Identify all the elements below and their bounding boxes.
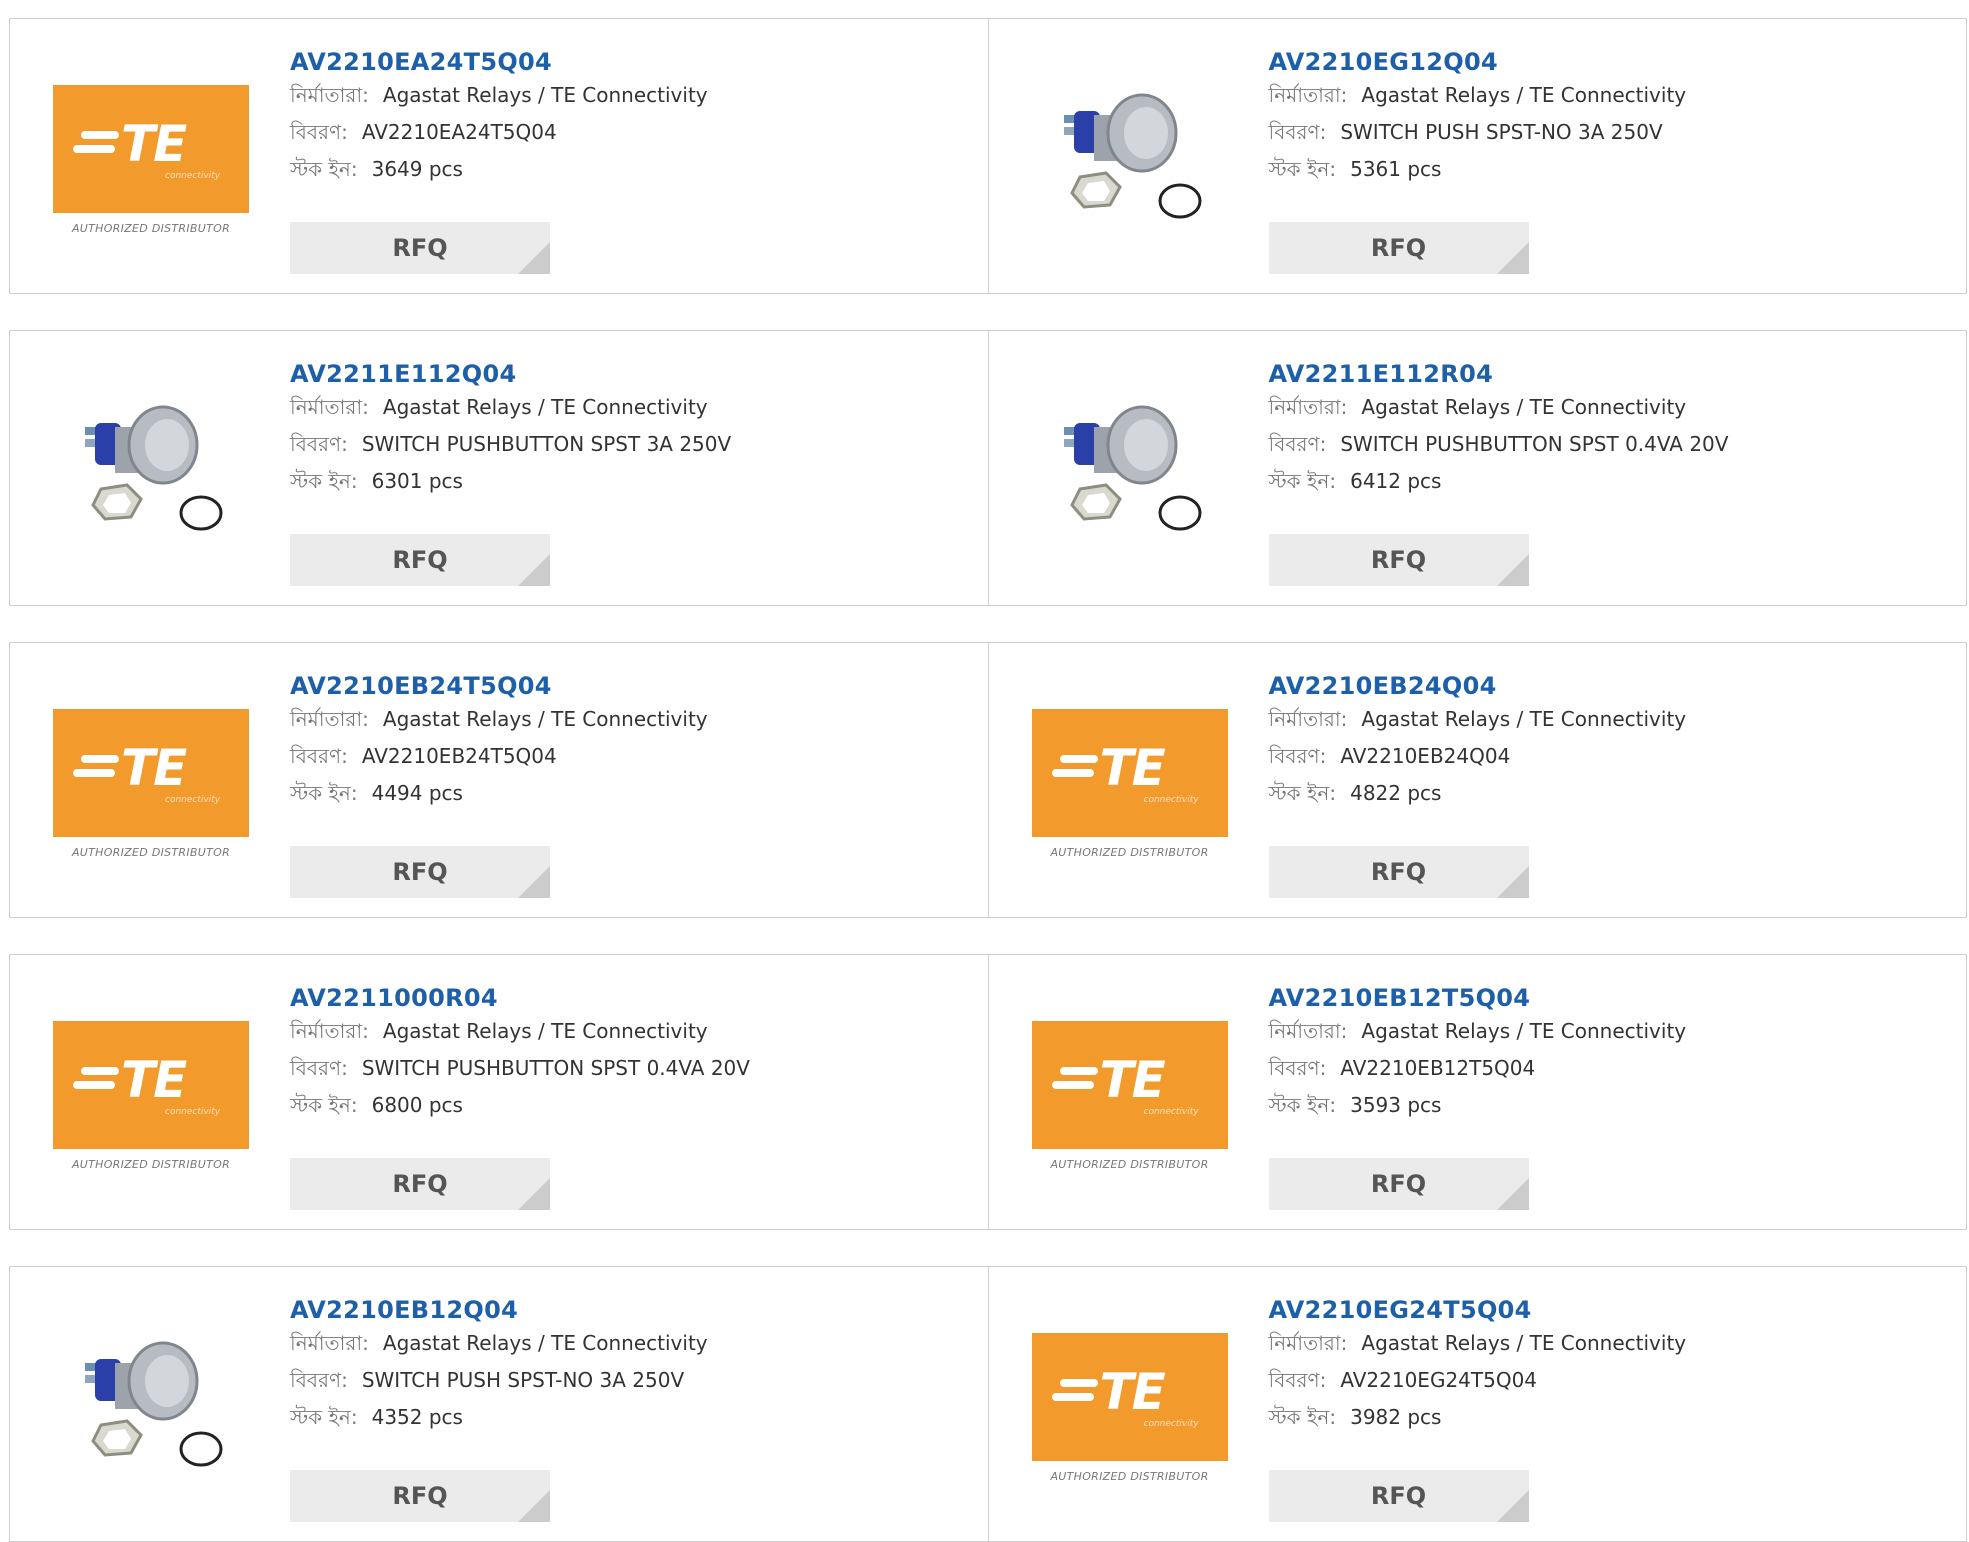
rfq-button[interactable]: RFQ	[1268, 846, 1529, 898]
product-row: AV2211E112Q04 নির্মাতারা: Agastat Relays …	[9, 330, 1967, 606]
push-switch-image[interactable]	[49, 370, 253, 574]
product-card: TE connectivity AUTHORIZED DISTRIBUTOR AV…	[988, 642, 1967, 918]
product-grid: TE connectivity AUTHORIZED DISTRIBUTOR AV…	[0, 0, 1969, 1542]
product-card: AV2211E112R04 নির্মাতারা: Agastat Relays …	[988, 330, 1967, 606]
product-row: TE connectivity AUTHORIZED DISTRIBUTOR AV…	[9, 642, 1967, 918]
te-logo-image[interactable]: TE connectivity AUTHORIZED DISTRIBUTOR	[1028, 682, 1232, 886]
stock-line: স্টক ইন: 6800 pcs	[290, 1093, 463, 1117]
te-logo-image[interactable]: TE connectivity AUTHORIZED DISTRIBUTOR	[1028, 1306, 1232, 1510]
product-card: TE connectivity AUTHORIZED DISTRIBUTOR AV…	[9, 18, 989, 294]
rfq-button[interactable]: RFQ	[290, 1158, 550, 1210]
manufacturer-line: নির্মাতারা: Agastat Relays / TE Connectiv…	[290, 1331, 708, 1355]
description-line: বিবরণ: SWITCH PUSH SPST-NO 3A 250V	[1268, 120, 1663, 144]
te-logo-image[interactable]: TE connectivity AUTHORIZED DISTRIBUTOR	[1028, 994, 1232, 1198]
manufacturer-line: নির্মাতারা: Agastat Relays / TE Connectiv…	[1268, 83, 1687, 107]
rfq-button[interactable]: RFQ	[290, 1470, 550, 1522]
te-logo-image[interactable]: TE connectivity AUTHORIZED DISTRIBUTOR	[49, 682, 253, 886]
description-line: বিবরণ: AV2210EB12T5Q04	[1268, 1056, 1536, 1080]
part-number-link[interactable]: AV2210EG12Q04	[1269, 47, 1687, 77]
product-card: AV2210EB12Q04 নির্মাতারা: Agastat Relays …	[9, 1266, 989, 1542]
stock-line: স্টক ইন: 3982 pcs	[1268, 1405, 1442, 1429]
product-card: TE connectivity AUTHORIZED DISTRIBUTOR AV…	[988, 1266, 1967, 1542]
push-switch-image[interactable]	[1028, 58, 1232, 262]
rfq-button[interactable]: RFQ	[290, 534, 550, 586]
part-number-link[interactable]: AV2210EB12Q04	[290, 1295, 708, 1325]
part-number-link[interactable]: AV2210EG24T5Q04	[1269, 1295, 1687, 1325]
te-logo-image[interactable]: TE connectivity AUTHORIZED DISTRIBUTOR	[49, 58, 253, 262]
description-line: বিবরণ: SWITCH PUSH SPST-NO 3A 250V	[290, 1368, 685, 1392]
rfq-button[interactable]: RFQ	[1268, 1470, 1529, 1522]
product-card: TE connectivity AUTHORIZED DISTRIBUTOR AV…	[9, 642, 989, 918]
stock-line: স্টক ইন: 4352 pcs	[290, 1405, 463, 1429]
stock-line: স্টক ইন: 6301 pcs	[290, 469, 463, 493]
manufacturer-line: নির্মাতারা: Agastat Relays / TE Connectiv…	[1268, 1019, 1687, 1043]
rfq-button[interactable]: RFQ	[1268, 534, 1529, 586]
manufacturer-line: নির্মাতারা: Agastat Relays / TE Connectiv…	[1268, 395, 1687, 419]
product-row: TE connectivity AUTHORIZED DISTRIBUTOR AV…	[9, 18, 1967, 294]
stock-line: স্টক ইন: 6412 pcs	[1268, 469, 1442, 493]
description-line: বিবরণ: AV2210EA24T5Q04	[290, 120, 557, 144]
manufacturer-line: নির্মাতারা: Agastat Relays / TE Connectiv…	[290, 1019, 708, 1043]
description-line: বিবরণ: SWITCH PUSHBUTTON SPST 0.4VA 20V	[1268, 432, 1729, 456]
manufacturer-line: নির্মাতারা: Agastat Relays / TE Connectiv…	[290, 83, 708, 107]
part-number-link[interactable]: AV2210EB24T5Q04	[290, 671, 708, 701]
stock-line: স্টক ইন: 4494 pcs	[290, 781, 463, 805]
part-number-link[interactable]: AV2210EB24Q04	[1269, 671, 1687, 701]
part-number-link[interactable]: AV2211000R04	[290, 983, 750, 1013]
rfq-button[interactable]: RFQ	[290, 846, 550, 898]
rfq-button[interactable]: RFQ	[290, 222, 550, 274]
product-card: TE connectivity AUTHORIZED DISTRIBUTOR AV…	[988, 954, 1967, 1230]
description-line: বিবরণ: SWITCH PUSHBUTTON SPST 3A 250V	[290, 432, 732, 456]
te-logo-image[interactable]: TE connectivity AUTHORIZED DISTRIBUTOR	[49, 994, 253, 1198]
part-number-link[interactable]: AV2210EA24T5Q04	[290, 47, 708, 77]
part-number-link[interactable]: AV2211E112R04	[1269, 359, 1729, 389]
rfq-button[interactable]: RFQ	[1268, 1158, 1529, 1210]
push-switch-image[interactable]	[49, 1306, 253, 1510]
manufacturer-line: নির্মাতারা: Agastat Relays / TE Connectiv…	[290, 707, 708, 731]
product-row: AV2210EB12Q04 নির্মাতারা: Agastat Relays …	[9, 1266, 1967, 1542]
product-card: TE connectivity AUTHORIZED DISTRIBUTOR AV…	[9, 954, 989, 1230]
product-card: AV2211E112Q04 নির্মাতারা: Agastat Relays …	[9, 330, 989, 606]
description-line: বিবরণ: AV2210EB24Q04	[1268, 744, 1511, 768]
manufacturer-line: নির্মাতারা: Agastat Relays / TE Connectiv…	[1268, 1331, 1687, 1355]
part-number-link[interactable]: AV2211E112Q04	[290, 359, 731, 389]
product-card: AV2210EG12Q04 নির্মাতারা: Agastat Relays …	[988, 18, 1967, 294]
manufacturer-line: নির্মাতারা: Agastat Relays / TE Connectiv…	[1268, 707, 1687, 731]
part-number-link[interactable]: AV2210EB12T5Q04	[1269, 983, 1687, 1013]
product-row: TE connectivity AUTHORIZED DISTRIBUTOR AV…	[9, 954, 1967, 1230]
stock-line: স্টক ইন: 4822 pcs	[1268, 781, 1442, 805]
stock-line: স্টক ইন: 5361 pcs	[1268, 157, 1442, 181]
description-line: বিবরণ: SWITCH PUSHBUTTON SPST 0.4VA 20V	[290, 1056, 750, 1080]
push-switch-image[interactable]	[1028, 370, 1232, 574]
manufacturer-line: নির্মাতারা: Agastat Relays / TE Connectiv…	[290, 395, 708, 419]
description-line: বিবরণ: AV2210EB24T5Q04	[290, 744, 557, 768]
rfq-button[interactable]: RFQ	[1268, 222, 1529, 274]
description-line: বিবরণ: AV2210EG24T5Q04	[1268, 1368, 1538, 1392]
stock-line: স্টক ইন: 3593 pcs	[1268, 1093, 1442, 1117]
stock-line: স্টক ইন: 3649 pcs	[290, 157, 463, 181]
